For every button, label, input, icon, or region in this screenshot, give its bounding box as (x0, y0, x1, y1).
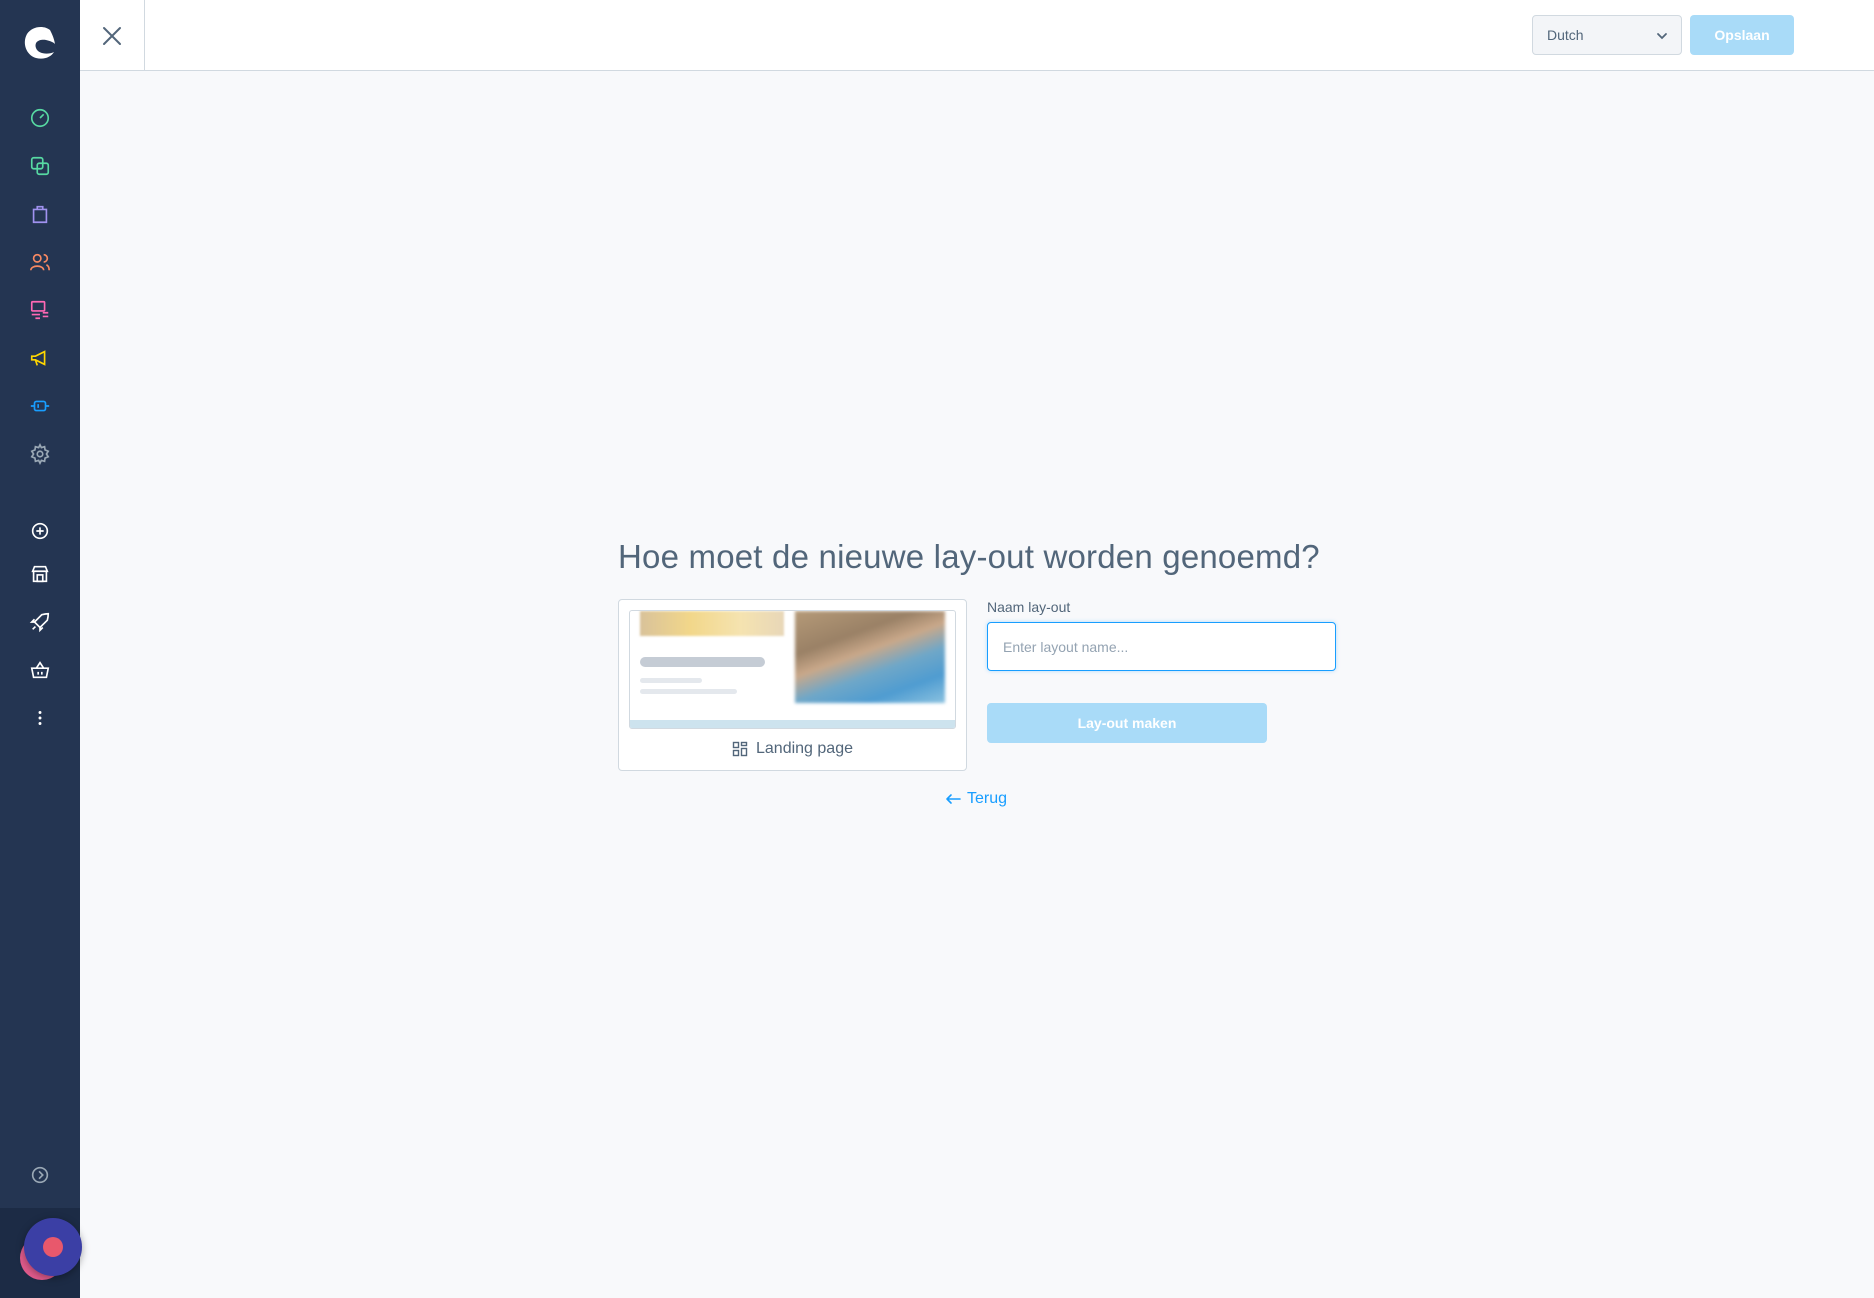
back-link-label: Terug (967, 790, 1008, 807)
card-label: Landing page (619, 740, 966, 758)
chevron-down-icon (1657, 33, 1667, 40)
more-icon[interactable] (25, 703, 55, 733)
topbar: Dutch Opslaan (80, 0, 1874, 71)
extensions-icon[interactable] (25, 391, 55, 421)
customers-icon[interactable] (25, 247, 55, 277)
add-icon[interactable] (25, 516, 55, 546)
preview-footer-bar (630, 720, 955, 728)
layout-preview (629, 610, 956, 729)
layout-grid-icon (732, 741, 748, 757)
sales-channel-icon[interactable] (25, 559, 55, 589)
language-select-value: Dutch (1547, 27, 1584, 43)
back-link[interactable]: Terug (945, 790, 1007, 808)
rocket-icon[interactable] (25, 607, 55, 637)
catalog-icon[interactable] (25, 151, 55, 181)
settings-icon[interactable] (25, 439, 55, 469)
create-layout-button[interactable]: Lay-out maken (987, 703, 1267, 743)
language-select[interactable]: Dutch (1532, 15, 1682, 55)
preview-text-line (640, 678, 702, 683)
card-label-text: Landing page (756, 740, 853, 757)
preview-image-side (795, 611, 945, 703)
preview-text-line (640, 689, 737, 694)
preview-heading-line (640, 657, 765, 667)
layout-name-label: Naam lay-out (987, 599, 1071, 615)
marketing-icon[interactable] (25, 343, 55, 373)
layout-name-input[interactable] (987, 622, 1336, 671)
user-avatar[interactable] (24, 1218, 82, 1276)
basket-icon[interactable] (25, 655, 55, 685)
arrow-left-icon (946, 794, 961, 804)
save-button[interactable]: Opslaan (1690, 15, 1794, 55)
close-button[interactable] (80, 0, 145, 71)
sidebar-footer (0, 1208, 82, 1298)
preview-image-top (640, 611, 784, 636)
close-icon (103, 26, 121, 45)
sidebar (0, 0, 82, 1298)
status-dot-icon (43, 1237, 63, 1257)
expand-icon[interactable] (25, 1160, 55, 1190)
layout-type-card[interactable]: Landing page (618, 599, 967, 771)
shopware-logo-icon[interactable] (20, 22, 60, 62)
page-title: Hoe moet de nieuwe lay-out worden genoem… (618, 538, 1320, 575)
dashboard-icon[interactable] (25, 103, 55, 133)
content-icon[interactable] (25, 295, 55, 325)
orders-icon[interactable] (25, 199, 55, 229)
